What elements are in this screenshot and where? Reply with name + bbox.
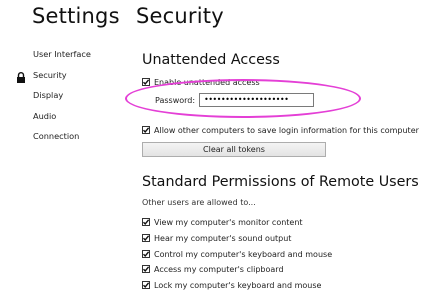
permission-label: Access my computer's clipboard (154, 264, 284, 274)
permission-hear-sound-checkbox[interactable]: Hear my computer's sound output (142, 232, 291, 244)
sidebar-item-user-interface[interactable]: User Interface (0, 44, 120, 65)
lock-icon (16, 70, 26, 83)
enable-unattended-access-checkbox[interactable]: Enable unattended access (142, 76, 260, 88)
sidebar-item-label: Display (33, 90, 64, 100)
sidebar-item-label: User Interface (33, 49, 91, 59)
clear-all-tokens-button[interactable]: Clear all tokens (142, 142, 326, 157)
permission-label: View my computer's monitor content (154, 217, 303, 227)
checkbox-checked[interactable] (142, 218, 150, 226)
standard-permissions-heading: Standard Permissions of Remote Users (142, 174, 419, 190)
sidebar-item-security[interactable]: Security (0, 65, 120, 86)
sidebar: Settings User Interface Security Display… (0, 0, 120, 297)
permission-access-clipboard-checkbox[interactable]: Access my computer's clipboard (142, 263, 284, 275)
password-field[interactable]: •••••••••••••••••••• (199, 93, 314, 107)
permissions-subtext: Other users are allowed to... (142, 198, 256, 207)
checkbox-checked[interactable] (142, 281, 150, 289)
sidebar-item-display[interactable]: Display (0, 85, 120, 106)
password-label: Password: (155, 95, 196, 105)
sidebar-item-label: Security (33, 69, 67, 80)
permission-label: Hear my computer's sound output (154, 233, 292, 243)
permission-view-monitor-checkbox[interactable]: View my computer's monitor content (142, 216, 303, 228)
unattended-access-heading: Unattended Access (142, 52, 280, 68)
sidebar-item-audio[interactable]: Audio (0, 106, 120, 127)
permission-label: Lock my computer's keyboard and mouse (154, 280, 322, 290)
password-row: Password: •••••••••••••••••••• (155, 92, 314, 108)
sidebar-nav: User Interface Security Display Audio Co… (0, 44, 120, 147)
sidebar-item-label: Connection (33, 131, 80, 141)
checkbox-checked[interactable] (142, 234, 150, 242)
app-title: Settings (32, 4, 120, 28)
permission-label: Control my computer's keyboard and mouse (154, 249, 333, 259)
page-title: Security (136, 4, 224, 28)
main-panel: Security Unattended Access Enable unatte… (136, 0, 428, 297)
sidebar-item-label: Audio (33, 110, 57, 121)
permission-lock-keyboard-mouse-checkbox[interactable]: Lock my computer's keyboard and mouse (142, 279, 321, 291)
permission-control-keyboard-mouse-checkbox[interactable]: Control my computer's keyboard and mouse (142, 248, 332, 260)
sidebar-item-connection[interactable]: Connection (0, 126, 120, 147)
enable-unattended-access-label: Enable unattended access (154, 77, 260, 87)
checkbox-checked[interactable] (142, 126, 150, 134)
checkbox-checked[interactable] (142, 250, 150, 258)
allow-save-login-label: Allow other computers to save login info… (154, 125, 419, 135)
checkbox-checked[interactable] (142, 78, 150, 86)
allow-save-login-checkbox[interactable]: Allow other computers to save login info… (142, 124, 419, 136)
checkbox-checked[interactable] (142, 265, 150, 273)
